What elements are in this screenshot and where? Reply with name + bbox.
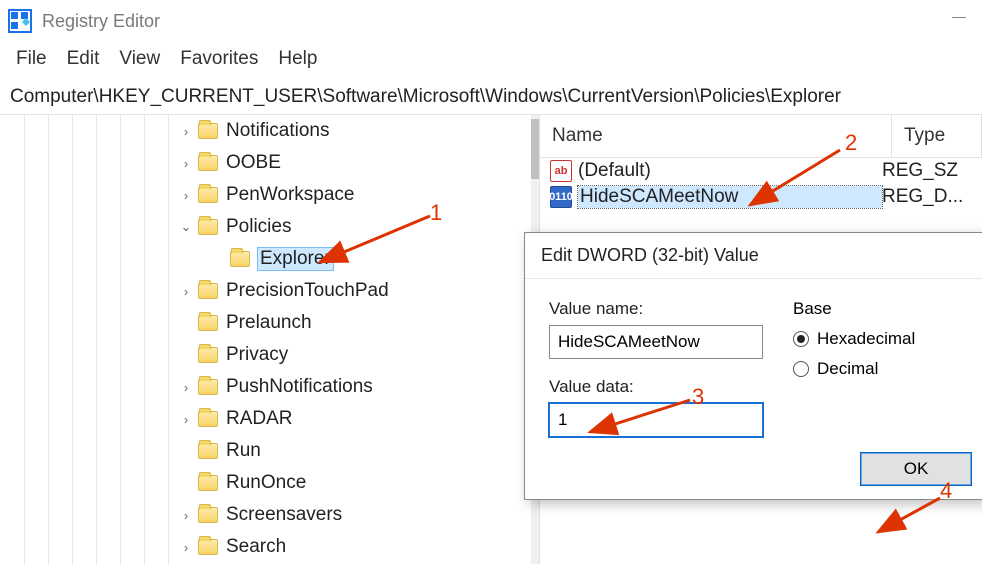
folder-icon [230, 251, 250, 267]
tree-node-prelaunch[interactable]: Prelaunch [0, 307, 539, 339]
folder-icon [198, 347, 218, 363]
list-header: Name Type [540, 115, 982, 158]
annotation-1: 1 [430, 200, 442, 226]
menu-favorites[interactable]: Favorites [172, 46, 266, 72]
expander-icon[interactable]: › [178, 508, 194, 523]
tree-label: PenWorkspace [226, 184, 355, 206]
base-label: Base [793, 299, 963, 319]
tree-label: Notifications [226, 120, 330, 142]
annotation-2: 2 [845, 130, 857, 156]
menu-view[interactable]: View [111, 46, 168, 72]
binary-value-icon: 0110 [550, 186, 572, 208]
folder-icon [198, 187, 218, 203]
value-data-label: Value data: [549, 377, 763, 397]
tree-node-search[interactable]: › Search [0, 531, 539, 563]
dialog-title: Edit DWORD (32-bit) Value [525, 233, 982, 278]
address-bar[interactable]: Computer\HKEY_CURRENT_USER\Software\Micr… [0, 80, 982, 115]
tree-node-run[interactable]: Run [0, 435, 539, 467]
app-title: Registry Editor [42, 11, 160, 32]
tree-label: PushNotifications [226, 376, 373, 398]
tree-node-policies[interactable]: ⌄ Policies [0, 211, 539, 243]
tree-node-pushnotifications[interactable]: › PushNotifications [0, 371, 539, 403]
menu-help[interactable]: Help [270, 46, 325, 72]
folder-icon [198, 123, 218, 139]
expander-icon[interactable]: › [178, 124, 194, 139]
value-name: HideSCAMeetNow [578, 186, 882, 208]
tree-node-screensavers[interactable]: › Screensavers [0, 499, 539, 531]
expander-icon[interactable]: › [178, 412, 194, 427]
tree-node-privacy[interactable]: Privacy [0, 339, 539, 371]
folder-icon [198, 507, 218, 523]
regedit-icon [8, 9, 32, 33]
menu-file[interactable]: File [8, 46, 55, 72]
expander-icon[interactable]: ⌄ [178, 219, 194, 235]
col-type[interactable]: Type [892, 115, 982, 157]
folder-icon [198, 155, 218, 171]
tree-node-explorer[interactable]: Explorer [0, 243, 539, 275]
radio-decimal[interactable]: Decimal [793, 359, 963, 379]
menu-edit[interactable]: Edit [59, 46, 108, 72]
folder-icon [198, 379, 218, 395]
tree-label: Search [226, 536, 286, 558]
tree-label: OOBE [226, 152, 281, 174]
tree-node-radar[interactable]: › RADAR [0, 403, 539, 435]
annotation-3: 3 [692, 384, 704, 410]
tree-label: Screensavers [226, 504, 342, 526]
folder-icon [198, 443, 218, 459]
expander-icon[interactable]: › [178, 284, 194, 299]
tree-node-runonce[interactable]: RunOnce [0, 467, 539, 499]
expander-icon[interactable]: › [178, 188, 194, 203]
expander-icon[interactable]: › [178, 380, 194, 395]
edit-dword-dialog: Edit DWORD (32-bit) Value Value name: Va… [524, 232, 982, 500]
folder-icon [198, 315, 218, 331]
value-row[interactable]: ab (Default)REG_SZ [540, 158, 982, 184]
tree-pane[interactable]: › Notifications › OOBE › PenWorkspace ⌄ Policie… [0, 115, 540, 564]
radio-dot-icon [793, 361, 809, 377]
col-name[interactable]: Name [540, 115, 892, 157]
tree-label: RunOnce [226, 472, 306, 494]
folder-icon [198, 411, 218, 427]
annotation-4: 4 [940, 478, 952, 504]
window-controls: — [936, 0, 982, 32]
ok-button[interactable]: OK [861, 453, 971, 485]
tree-label: Run [226, 440, 261, 462]
folder-icon [198, 475, 218, 491]
tree-label: RADAR [226, 408, 293, 430]
folder-icon [198, 539, 218, 555]
value-name-input[interactable] [549, 325, 763, 359]
radio-hexadecimal[interactable]: Hexadecimal [793, 329, 963, 349]
radio-dot-icon [793, 331, 809, 347]
tree-label: Policies [226, 216, 291, 238]
menubar: File Edit View Favorites Help [0, 42, 982, 80]
folder-icon [198, 283, 218, 299]
tree-label: Explorer [258, 248, 333, 270]
tree-label: Prelaunch [226, 312, 312, 334]
value-name-label: Value name: [549, 299, 763, 319]
value-data-input[interactable] [549, 403, 763, 437]
minimize-button[interactable]: — [936, 0, 982, 32]
tree-node-penworkspace[interactable]: › PenWorkspace [0, 179, 539, 211]
value-type: REG_D... [882, 186, 972, 208]
string-value-icon: ab [550, 160, 572, 182]
expander-icon[interactable]: › [178, 540, 194, 555]
tree-node-precisiontouchpad[interactable]: › PrecisionTouchPad [0, 275, 539, 307]
tree-label: Privacy [226, 344, 288, 366]
value-name: (Default) [578, 160, 882, 182]
value-row[interactable]: 0110 HideSCAMeetNowREG_D... [540, 184, 982, 210]
tree-label: PrecisionTouchPad [226, 280, 389, 302]
value-type: REG_SZ [882, 160, 972, 182]
tree-node-oobe[interactable]: › OOBE [0, 147, 539, 179]
titlebar: Registry Editor [0, 0, 982, 42]
folder-icon [198, 219, 218, 235]
expander-icon[interactable]: › [178, 156, 194, 171]
tree-node-notifications[interactable]: › Notifications [0, 115, 539, 147]
